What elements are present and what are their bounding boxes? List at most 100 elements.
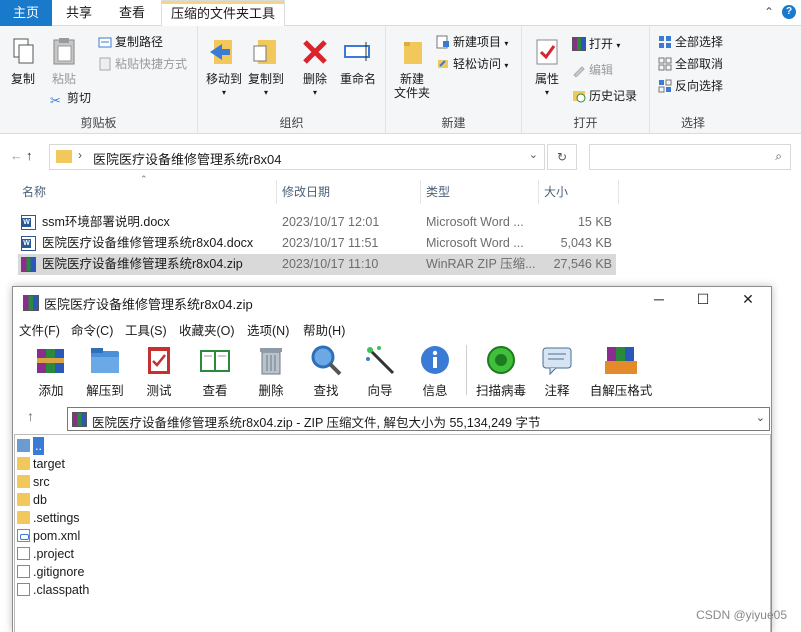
winrar-icon [572,37,586,51]
group-organize: 移动到 ▾ 复制到 ▾ 删除 ▾ 重命名 组织 [198,26,386,134]
toolbar-info-button[interactable]: 信息 [409,343,461,399]
delete-x-icon [299,36,331,68]
column-header-type[interactable]: 类型 [426,178,450,206]
history-button[interactable]: 历史记录 [572,86,637,106]
history-label: 历史记录 [589,89,638,103]
file-row[interactable]: 医院医疗设备维修管理系统r8x04.docx 2023/10/17 11:51 … [18,233,616,254]
properties-button[interactable]: 属性 ▾ [530,36,564,100]
cut-button[interactable]: ✂ 剪切 [50,88,91,108]
toolbar-comment-label: 注释 [544,384,570,398]
paste-shortcut-button[interactable]: 粘贴快捷方式 [98,54,187,74]
invert-selection-button[interactable]: 反向选择 [658,76,723,96]
list-item-label: src [33,475,50,489]
winrar-window: 医院医疗设备维修管理系统r8x04.zip ─ ☐ ✕ 文件(F) 命令(C) … [12,286,772,632]
group-label-new: 新建 [441,116,466,130]
minimize-icon[interactable]: ─ [649,291,669,307]
paste-button[interactable]: 粘贴 [46,36,82,86]
toolbar-sfx-button[interactable]: 自解压格式 [587,343,655,399]
search-input[interactable]: ⌕ [589,144,791,170]
new-folder-button[interactable]: 新建 文件夹 [392,36,432,100]
word-doc-icon [21,236,36,251]
menu-commands[interactable]: 命令(C) [71,320,113,339]
tab-compressed-folder-tools[interactable]: 压缩的文件夹工具 [161,0,285,27]
new-folder-icon [396,36,428,68]
toolbar-comment-button[interactable]: 注释 [531,343,583,399]
menu-favorites[interactable]: 收藏夹(O) [179,320,235,339]
delete-button[interactable]: 删除 ▾ [298,36,332,100]
new-folder-label-line2: 文件夹 [393,86,430,100]
address-bar[interactable]: › 医院医疗设备维修管理系统r8x04 ⌄ [49,144,545,170]
toolbar-find-button[interactable]: 查找 [300,343,352,399]
copy-path-label: 复制路径 [115,35,164,49]
toolbar-delete-button[interactable]: 删除 [245,343,297,399]
maximize-icon[interactable]: ☐ [693,291,713,308]
path-dropdown-icon[interactable]: ⌄ [756,411,765,424]
open-button[interactable]: 打开 ▾ [572,34,620,54]
column-header-name[interactable]: 名称 [22,178,46,206]
edit-button[interactable]: 编辑 [572,60,613,80]
copy-path-button[interactable]: 复制路径 [98,32,163,52]
archive-file-list: .. target src db .settings pom.xml .proj… [14,434,771,632]
breadcrumb-path[interactable]: 医院医疗设备维修管理系统r8x04 [93,149,282,168]
new-item-button[interactable]: 新建项目 ▾ [436,32,508,52]
archive-path-combobox[interactable]: 医院医疗设备维修管理系统r8x04.zip - ZIP 压缩文件, 解包大小为 … [67,407,770,431]
select-none-icon [658,57,672,71]
easy-access-dropdown-icon: ▾ [504,61,509,70]
tab-home[interactable]: 主页 [0,0,52,26]
toolbar-view-label: 查看 [202,384,228,398]
history-icon [572,89,586,103]
close-icon[interactable]: ✕ [738,291,758,308]
column-divider[interactable] [420,180,421,204]
tab-share[interactable]: 共享 [58,0,100,26]
collapse-ribbon-icon[interactable]: ⌃ [764,5,774,19]
file-row[interactable]: ssm环境部署说明.docx 2023/10/17 12:01 Microsof… [18,212,616,233]
easy-access-button[interactable]: 轻松访问 ▾ [436,54,508,74]
menu-file[interactable]: 文件(F) [19,320,60,339]
refresh-button[interactable]: ↻ [547,144,577,170]
select-all-button[interactable]: 全部选择 [658,32,723,52]
toolbar-add-button[interactable]: 添加 [25,343,77,399]
paste-shortcut-icon [98,57,112,71]
sort-indicator-icon: ⌃ [140,174,148,184]
move-to-button[interactable]: 移动到 ▾ [204,36,244,100]
up-folder-arrow-icon[interactable]: ↑ [27,408,34,424]
select-none-button[interactable]: 全部取消 [658,54,723,74]
file-row-selected[interactable]: 医院医疗设备维修管理系统r8x04.zip 2023/10/17 11:10 W… [18,254,616,275]
menu-tools[interactable]: 工具(S) [125,320,167,339]
menu-options[interactable]: 选项(N) [247,320,289,339]
copy-to-button[interactable]: 复制到 ▾ [246,36,286,100]
tab-view[interactable]: 查看 [110,0,154,26]
column-header-date[interactable]: 修改日期 [282,178,330,206]
toolbar-wizard-button[interactable]: 向导 [354,343,406,399]
address-dropdown-icon[interactable]: ⌄ [529,148,538,161]
winrar-icon [72,412,87,427]
toolbar-extract-to-button[interactable]: 解压到 [79,343,131,399]
select-all-label: 全部选择 [675,35,724,49]
info-icon [418,343,452,377]
list-item-label: .classpath [33,583,90,597]
menu-help[interactable]: 帮助(H) [303,320,345,339]
column-header-size[interactable]: 大小 [544,178,568,206]
winrar-titlebar[interactable]: 医院医疗设备维修管理系统r8x04.zip ─ ☐ ✕ [13,287,771,317]
copy-icon [7,36,39,68]
group-select: 全部选择 全部取消 反向选择 选择 [650,26,736,134]
toolbar-test-button[interactable]: 测试 [133,343,185,399]
column-divider[interactable] [618,180,619,204]
winrar-toolbar: 添加 解压到 测试 查看 删除 查找 向导 信息 扫描病毒 注释 自解压格式 [13,339,771,401]
properties-icon [531,36,563,68]
invert-selection-label: 反向选择 [675,79,724,93]
group-label-organize: 组织 [279,116,304,130]
copy-button[interactable]: 复制 [6,36,40,86]
properties-label: 属性 [534,72,559,86]
column-divider[interactable] [276,180,277,204]
toolbar-view-button[interactable]: 查看 [189,343,241,399]
toolbar-scan-virus-label: 扫描病毒 [475,384,526,398]
extract-folder-icon [88,343,122,377]
column-divider[interactable] [538,180,539,204]
back-arrow-icon[interactable]: ← [10,148,23,163]
rename-button[interactable]: 重命名 [336,36,380,86]
up-arrow-icon[interactable]: ↑ [26,148,33,163]
toolbar-info-label: 信息 [422,384,448,398]
toolbar-scan-virus-button[interactable]: 扫描病毒 [473,343,529,399]
help-icon[interactable]: ? [782,5,796,19]
